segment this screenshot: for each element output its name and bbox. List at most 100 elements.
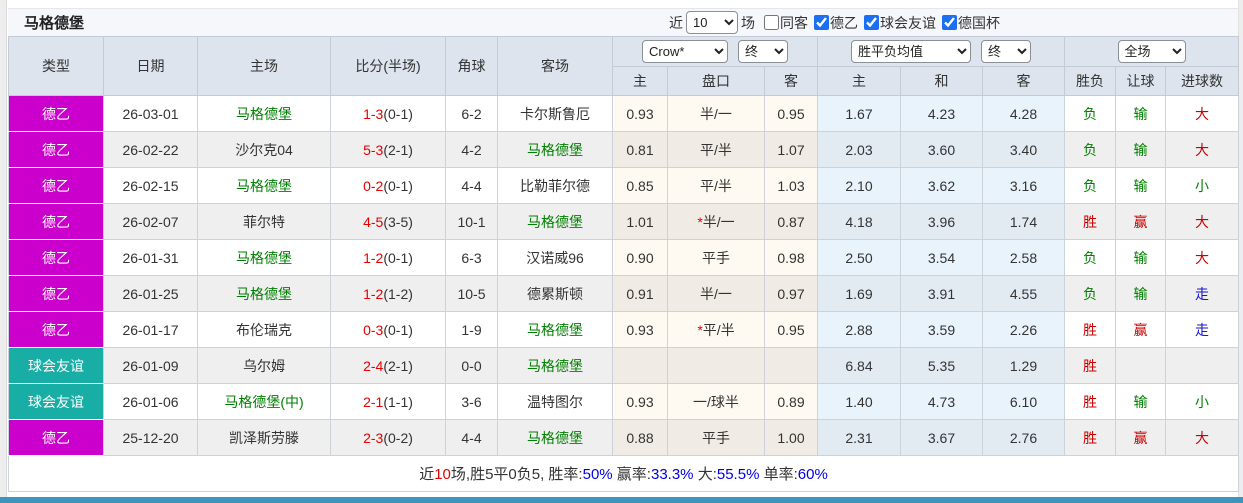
home-team: 凯泽斯劳滕 — [197, 419, 331, 456]
spread-result — [1115, 347, 1167, 384]
full-time-score: 1-3 — [363, 105, 384, 122]
avg-odds-draw: 3.54 — [900, 239, 983, 276]
same-away-checkbox[interactable] — [764, 15, 779, 30]
german-cup-checkbox[interactable] — [942, 15, 957, 30]
col-header-handicap: 盘口 — [667, 66, 765, 96]
home-team: 乌尔姆 — [197, 347, 331, 384]
avg-odds-draw: 5.35 — [900, 347, 983, 384]
avg-type-select[interactable]: 胜平负均值 — [851, 40, 971, 63]
home-team: 马格德堡 — [197, 275, 331, 312]
avg-odds-lose: 4.55 — [981, 275, 1066, 312]
half-time-score: (2-1) — [383, 357, 413, 374]
goals-result: 走 — [1165, 275, 1240, 312]
handicap-line: 一/球半 — [667, 383, 765, 420]
avg-odds-lose: 3.16 — [981, 167, 1066, 204]
summary-segment: 33.3% — [650, 466, 694, 483]
avg-final-select[interactable]: 终 — [981, 40, 1031, 63]
filter-german-cup[interactable]: 德国杯 — [942, 13, 1000, 33]
away-team: 马格德堡 — [497, 347, 613, 384]
summary-segment: 大: — [693, 466, 717, 483]
corner-score: 10-1 — [445, 203, 498, 240]
away-team: 卡尔斯鲁厄 — [497, 95, 613, 132]
scope-select[interactable]: 全场 — [1117, 40, 1186, 63]
handicap-odds-home: 0.93 — [612, 95, 668, 132]
avg-odds-draw: 3.59 — [900, 311, 983, 348]
handicap-line: *平/半 — [667, 311, 765, 348]
corner-score: 6-3 — [445, 239, 498, 276]
match-row: 德乙 26-03-01 马格德堡 1-3(0-1) 6-2 卡尔斯鲁厄 0.93… — [8, 95, 1240, 132]
handicap-odds-away: 0.95 — [764, 311, 818, 348]
avg-odds-draw: 3.62 — [900, 167, 983, 204]
match-history-table: 类型 日期 主场 比分(半场) 角球 客场 Crow* 终 胜平负均值 终 全场… — [7, 36, 1240, 492]
avg-odds-draw: 4.23 — [900, 95, 983, 132]
recent-count-select[interactable]: 10 — [686, 11, 738, 34]
outcome-result: 胜 — [1064, 311, 1117, 348]
panel-content: 马格德堡 近 10 场 同客 德乙 球会友谊 德国杯 类型 日期 主场 比分(半… — [7, 8, 1240, 492]
handicap-line: *半/一 — [667, 203, 765, 240]
avg-odds-lose: 1.29 — [981, 347, 1066, 384]
away-team: 马格德堡 — [497, 419, 613, 456]
outcome-result: 胜 — [1064, 203, 1117, 240]
match-score: 1-3(0-1) — [330, 95, 446, 132]
avg-odds-draw: 3.67 — [900, 419, 983, 456]
handicap-odds-home — [612, 347, 668, 384]
filter-same-away[interactable]: 同客 — [764, 13, 808, 33]
avg-odds-draw: 3.60 — [900, 131, 983, 168]
handicap-line-text: 平/半 — [700, 177, 732, 194]
match-type-badge: 球会友谊 — [8, 347, 104, 384]
handicap-odds-home: 0.93 — [612, 311, 668, 348]
goals-result: 大 — [1165, 95, 1240, 132]
handicap-line-text: 平手 — [702, 249, 730, 266]
corner-score: 6-2 — [445, 95, 498, 132]
match-score: 2-4(2-1) — [330, 347, 446, 384]
goals-result — [1165, 347, 1240, 384]
summary-segment: 近 — [419, 466, 435, 483]
outcome-result: 负 — [1064, 275, 1117, 312]
match-type-badge: 德乙 — [8, 95, 104, 132]
away-team: 马格德堡 — [497, 131, 613, 168]
spread-result: 输 — [1115, 95, 1167, 132]
full-time-score: 1-2 — [363, 249, 384, 266]
club-friendly-checkbox[interactable] — [864, 15, 879, 30]
col-header-odds-away: 客 — [764, 66, 818, 96]
away-team: 温特图尔 — [497, 383, 613, 420]
handicap-odds-away: 0.98 — [764, 239, 818, 276]
home-team: 沙尔克04 — [197, 131, 331, 168]
away-team: 比勒菲尔德 — [497, 167, 613, 204]
outcome-result: 胜 — [1064, 383, 1117, 420]
handicap-odds-away: 0.97 — [764, 275, 818, 312]
avg-odds-lose: 2.58 — [981, 239, 1066, 276]
handicap-line: 平手 — [667, 419, 765, 456]
full-time-score: 5-3 — [363, 141, 384, 158]
goals-result: 大 — [1165, 239, 1240, 276]
match-row: 德乙 26-01-31 马格德堡 1-2(0-1) 6-3 汉诺威96 0.90… — [8, 239, 1240, 276]
match-row: 德乙 25-12-20 凯泽斯劳滕 2-3(0-2) 4-4 马格德堡 0.88… — [8, 419, 1240, 456]
handicap-odds-away: 0.87 — [764, 203, 818, 240]
handicap-odds-home: 0.85 — [612, 167, 668, 204]
col-header-odds-home: 主 — [612, 66, 668, 96]
league2-checkbox[interactable] — [814, 15, 829, 30]
bookmaker-select[interactable]: Crow* — [642, 40, 728, 63]
corner-score: 0-0 — [445, 347, 498, 384]
title-bar: 马格德堡 近 10 场 同客 德乙 球会友谊 德国杯 — [8, 8, 1238, 36]
half-time-score: (3-5) — [383, 213, 413, 230]
handicap-odds-away: 1.00 — [764, 419, 818, 456]
away-team: 马格德堡 — [497, 203, 613, 240]
avg-odds-win: 1.69 — [817, 275, 901, 312]
avg-odds-win: 4.18 — [817, 203, 901, 240]
handicap-line: 半/一 — [667, 95, 765, 132]
odds-final-select[interactable]: 终 — [738, 40, 788, 63]
half-time-score: (2-1) — [383, 141, 413, 158]
handicap-line: 平/半 — [667, 131, 765, 168]
avg-group-header: 胜平负均值 终 — [816, 36, 1066, 67]
handicap-line-text: 平手 — [702, 429, 730, 446]
col-header-home: 主场 — [197, 36, 331, 96]
filter-league2[interactable]: 德乙 — [814, 13, 858, 33]
avg-odds-draw: 4.73 — [900, 383, 983, 420]
filter-club-friendly[interactable]: 球会友谊 — [864, 13, 936, 33]
home-team: 马格德堡 — [197, 95, 331, 132]
summary-segment: 10 — [434, 466, 451, 483]
goals-result: 大 — [1165, 419, 1240, 456]
half-time-score: (0-1) — [383, 105, 413, 122]
handicap-odds-away: 1.07 — [764, 131, 818, 168]
